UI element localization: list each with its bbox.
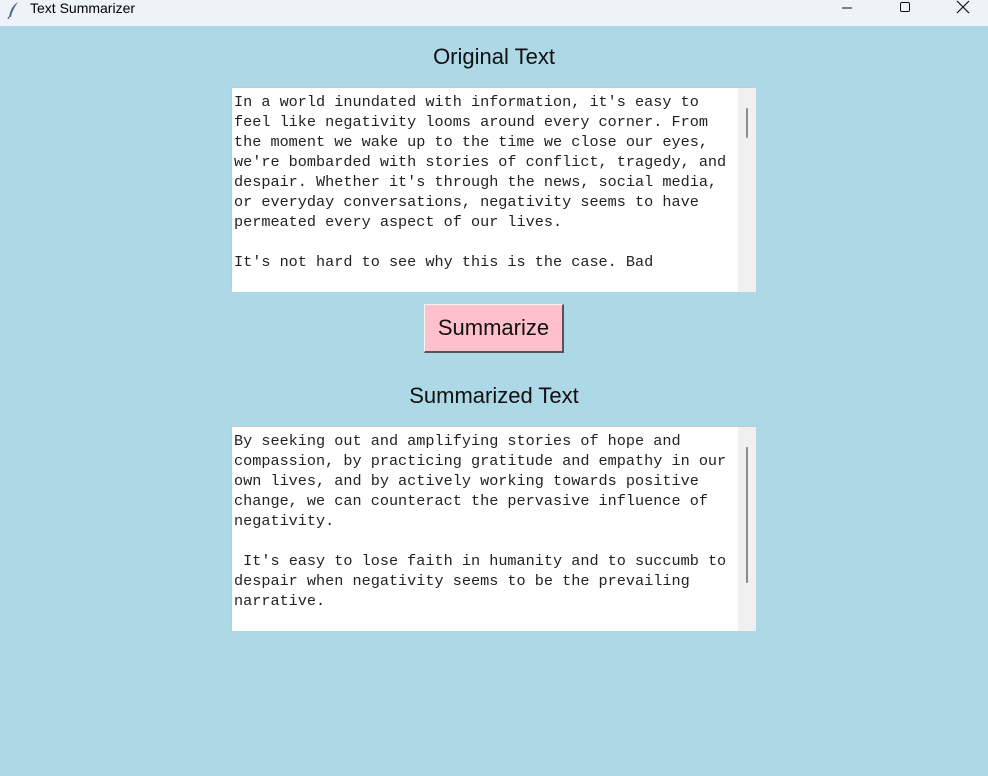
maximize-icon <box>899 0 911 18</box>
summarized-text-output[interactable]: By seeking out and amplifying stories of… <box>234 431 736 631</box>
summarized-text-box[interactable]: By seeking out and amplifying stories of… <box>231 426 756 631</box>
original-text-input[interactable]: In a world inundated with information, i… <box>234 92 736 292</box>
original-text-scrollbar[interactable] <box>738 88 756 292</box>
feather-icon <box>6 1 22 20</box>
summarize-button[interactable]: Summarize <box>424 304 564 353</box>
close-button[interactable] <box>940 0 986 18</box>
scrollbar-thumb[interactable] <box>746 447 748 583</box>
minimize-icon <box>841 0 853 18</box>
summarized-text-heading: Summarized Text <box>409 383 579 408</box>
scrollbar-thumb[interactable] <box>746 108 748 138</box>
original-text-heading: Original Text <box>433 44 555 69</box>
original-text-box[interactable]: In a world inundated with information, i… <box>231 87 756 292</box>
summarized-text-scrollbar[interactable] <box>738 427 756 631</box>
close-icon <box>956 0 970 19</box>
title-bar[interactable]: Text Summarizer <box>0 0 988 26</box>
minimize-button[interactable] <box>824 0 870 18</box>
maximize-button[interactable] <box>882 0 928 18</box>
window-title: Text Summarizer <box>30 0 136 16</box>
